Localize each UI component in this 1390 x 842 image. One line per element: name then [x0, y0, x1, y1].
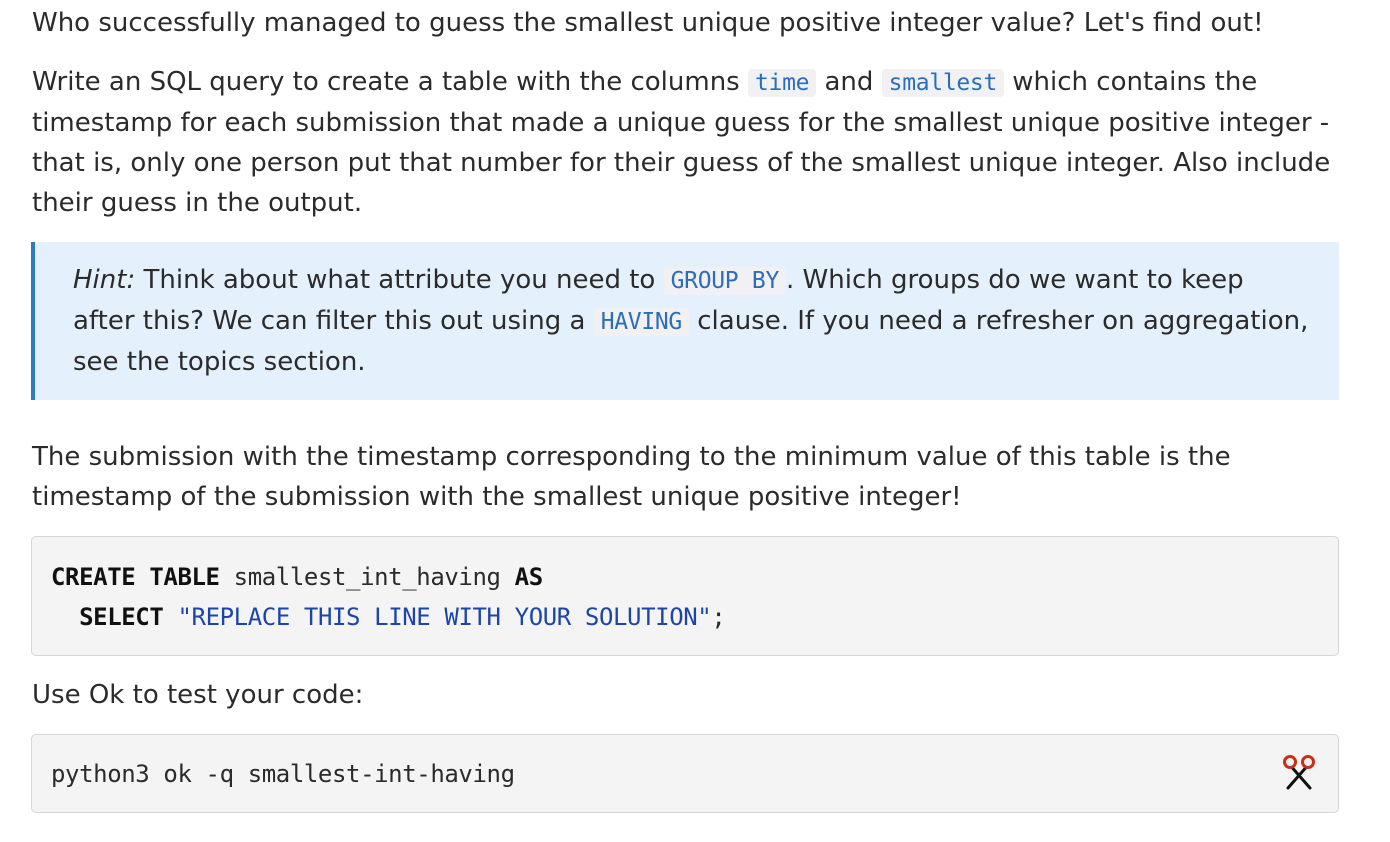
scissors-icon-graphic	[1283, 755, 1315, 790]
hint-callout: Hint: Think about what attribute you nee…	[31, 242, 1339, 400]
sql-keyword-select: SELECT	[79, 603, 164, 631]
task-text-before: Write an SQL query to create a table wit…	[32, 67, 748, 97]
intro-paragraph: Who successfully managed to guess the sm…	[32, 8, 1264, 38]
scissors-icon[interactable]	[1282, 754, 1316, 792]
inline-code-smallest: smallest	[881, 69, 1005, 97]
ok-command: python3 ok -q smallest-int-having	[51, 760, 515, 788]
sql-keyword-as: AS	[514, 563, 544, 591]
hint-text-1: Think about what attribute you need to	[135, 265, 664, 295]
sql-line-2: SELECT "REPLACE THIS LINE WITH YOUR SOLU…	[51, 597, 1338, 637]
conclusion-paragraph: The submission with the timestamp corres…	[32, 442, 1231, 512]
sql-code-block[interactable]: CREATE TABLE smallest_int_having AS SELE…	[31, 536, 1339, 656]
command-code-block[interactable]: python3 ok -q smallest-int-having	[31, 734, 1339, 813]
inline-code-time: time	[747, 69, 817, 97]
sql-line-1: CREATE TABLE smallest_int_having AS	[51, 557, 1338, 597]
inline-code-having: HAVING	[593, 308, 689, 336]
hint-label: Hint:	[73, 265, 136, 295]
task-paragraph: Write an SQL query to create a table wit…	[32, 62, 1352, 223]
task-text-mid: and	[816, 67, 882, 97]
ok-instruction: Use Ok to test your code:	[32, 680, 364, 710]
sql-semicolon: ;	[711, 603, 726, 631]
inline-code-group-by: GROUP BY	[663, 267, 786, 295]
sql-keyword-create-table: CREATE TABLE	[51, 563, 220, 591]
hint-text: Hint: Think about what attribute you nee…	[73, 260, 1313, 382]
sql-table-name: smallest_int_having	[219, 563, 515, 591]
sql-indent	[51, 603, 79, 631]
sql-string-placeholder: "REPLACE THIS LINE WITH YOUR SOLUTION"	[177, 603, 712, 631]
